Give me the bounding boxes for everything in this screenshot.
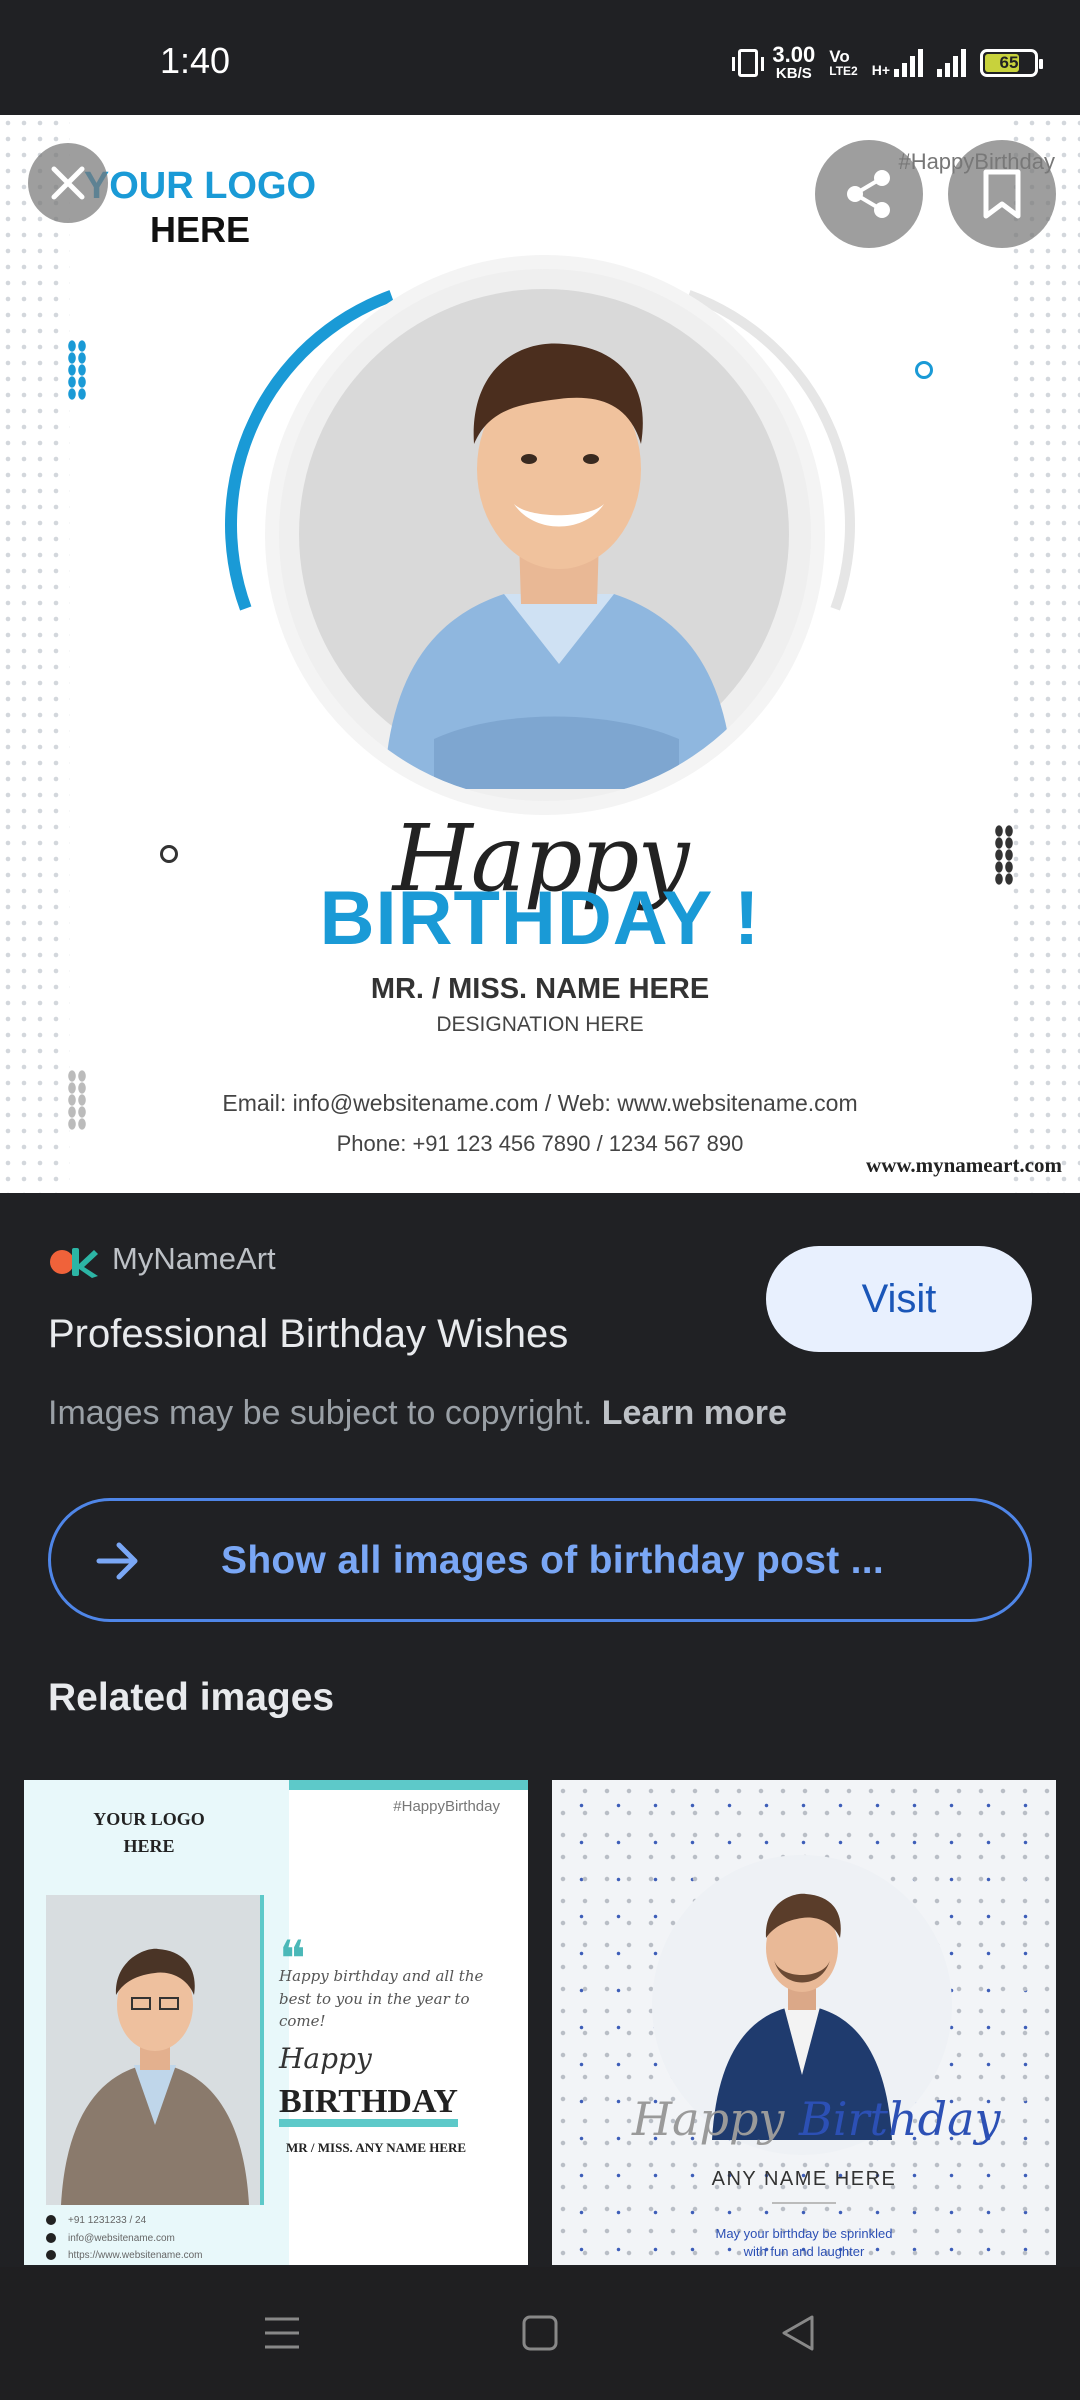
back-button[interactable] xyxy=(774,2309,822,2357)
thumb-divider xyxy=(772,2202,836,2204)
logo-line2: HERE xyxy=(149,208,251,250)
logo-line1: YOUR LOGO xyxy=(83,165,317,207)
related-image-2[interactable]: Happy Birthday ANY NAME HERE May your bi… xyxy=(552,1780,1056,2265)
volte-icon: Vo LTE2 xyxy=(829,48,857,77)
thumb-name: ANY NAME HERE xyxy=(711,2168,897,2190)
dots-decoration xyxy=(78,340,86,400)
template-designation: DESIGNATION HERE xyxy=(436,1013,644,1036)
watermark: www.mynameart.com xyxy=(866,1153,1062,1177)
status-icons: 3.00 KB/S Vo LTE2 H+ 65 xyxy=(732,42,1043,82)
share-button[interactable] xyxy=(815,140,923,248)
thumb-contact: +91 1231233 / 24 info@websitename.com ht… xyxy=(46,2212,203,2265)
battery-level: 65 xyxy=(999,52,1019,72)
close-icon xyxy=(51,166,85,200)
thumb-birthday: Birthday xyxy=(799,2092,1001,2146)
back-icon xyxy=(782,2315,814,2351)
source-logo-icon xyxy=(50,1248,98,1278)
battery-icon: 65 xyxy=(980,48,1043,77)
close-button[interactable] xyxy=(28,143,108,223)
thumb-accent-bar xyxy=(274,1780,528,1790)
related-image-1[interactable]: YOUR LOGO HERE #HappyBirthday ❝ Happy bi… xyxy=(24,1780,528,2265)
bookmark-icon xyxy=(983,169,1021,219)
thumb-hashtag: #HappyBirthday xyxy=(393,1798,500,1815)
thumb-happy-birthday: Happy Birthday xyxy=(632,2092,1001,2146)
thumb-photo-frame xyxy=(46,1895,264,2205)
menu-button[interactable] xyxy=(258,2309,306,2357)
thumb-logo: YOUR LOGO HERE xyxy=(64,1806,234,1860)
learn-more-link[interactable]: Learn more xyxy=(602,1394,787,1432)
volte-bottom: LTE2 xyxy=(829,64,858,78)
contact-email-web: Email: info@websitename.com / Web: www.w… xyxy=(222,1090,858,1116)
system-navigation-bar xyxy=(0,2267,1080,2400)
thumb-birthday: BIRTHDAY xyxy=(279,2085,458,2127)
thumb-person xyxy=(61,1948,249,2205)
bookmark-button[interactable] xyxy=(948,140,1056,248)
network-speed-value: 3.00 xyxy=(772,42,816,67)
thumb-happy: Happy xyxy=(632,2092,785,2146)
copyright-notice: Images may be subject to copyright. Lear… xyxy=(48,1394,787,1433)
result-title[interactable]: Professional Birthday Wishes xyxy=(48,1312,568,1357)
show-all-label: Show all images of birthday post ... xyxy=(221,1539,885,1582)
show-all-images-button[interactable]: Show all images of birthday post ... xyxy=(48,1498,1032,1622)
thumb-web: https://www.websitename.com xyxy=(68,2250,203,2261)
source-row[interactable]: MyNameArt xyxy=(48,1240,276,1278)
source-name: MyNameArt xyxy=(112,1241,276,1276)
template-name: MR. / MISS. NAME HERE xyxy=(370,973,710,1005)
thumb-wish-text: May your birthday be sprinkled with fun … xyxy=(552,2225,1056,2260)
thumb-email: info@websitename.com xyxy=(68,2232,175,2244)
circle-decoration xyxy=(915,361,933,379)
network-type: H+ xyxy=(871,61,890,78)
preview-image[interactable]: YOUR LOGO HERE #HappyBirthday xyxy=(0,115,1080,1193)
birthday-text: BIRTHDAY ! xyxy=(319,876,761,961)
thumb-name: MR / MISS. ANY NAME HERE xyxy=(286,2140,467,2155)
dots-decoration xyxy=(68,340,76,400)
status-time: 1:40 xyxy=(160,40,231,81)
home-icon xyxy=(522,2315,558,2351)
thumb-wish-text: Happy birthday and all the best to you i… xyxy=(279,1967,484,2030)
thumb-wish-line1: May your birthday be sprinkled xyxy=(715,2226,893,2241)
signal-icon: H+ xyxy=(871,48,923,78)
profile-photo xyxy=(265,255,825,815)
copyright-text: Images may be subject to copyright. xyxy=(48,1394,593,1432)
visit-button[interactable]: Visit xyxy=(766,1246,1032,1352)
template-logo: YOUR LOGO HERE xyxy=(70,165,330,250)
thumb-wish-line2: with fun and laughter xyxy=(743,2243,865,2259)
person-illustration xyxy=(384,343,734,789)
screen: 1:40 3.00 KB/S Vo LTE2 H+ 65 YOUR LOGO H… xyxy=(0,0,1080,2400)
thumb-logo-line1: YOUR LOGO xyxy=(93,1809,205,1829)
signal-icon-2 xyxy=(937,48,966,77)
menu-icon xyxy=(265,2317,299,2349)
share-icon xyxy=(847,170,890,218)
vibrate-icon xyxy=(732,48,765,77)
network-speed: 3.00 KB/S xyxy=(772,42,816,82)
status-bar: 1:40 3.00 KB/S Vo LTE2 H+ 65 xyxy=(0,0,1080,115)
network-speed-unit: KB/S xyxy=(775,65,812,82)
thumb-phone: +91 1231233 / 24 xyxy=(68,2215,147,2226)
thumb-happy: Happy xyxy=(279,2042,372,2075)
related-images-heading: Related images xyxy=(48,1676,335,1719)
arrow-right-icon xyxy=(96,1542,138,1580)
volte-top: Vo xyxy=(829,47,850,66)
home-button[interactable] xyxy=(516,2309,564,2357)
thumb-logo-line2: HERE xyxy=(123,1836,175,1856)
